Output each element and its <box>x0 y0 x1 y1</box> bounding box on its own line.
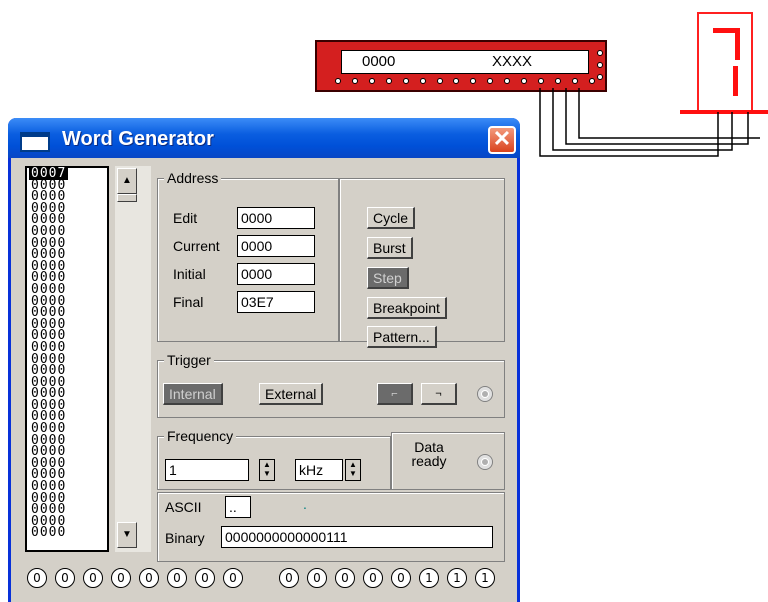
component-side-pins <box>597 50 603 86</box>
final-label: Final <box>173 294 204 310</box>
output-bit-terminal[interactable]: 1 <box>419 568 439 588</box>
data-ready-label-2: ready <box>411 453 447 469</box>
segment-c <box>733 66 738 96</box>
rising-edge-button[interactable]: ⌐ <box>377 383 413 405</box>
breakpoint-button[interactable]: Breakpoint <box>367 297 447 319</box>
window-client-area: 0007 0000 0000 0000 0000 0000 0000 0000 0000 0000… <box>11 158 517 602</box>
edit-label: Edit <box>173 210 198 226</box>
scroll-down-button[interactable]: ▼ <box>117 522 137 548</box>
window-title: Word Generator <box>62 128 214 150</box>
title-bar[interactable]: Word Generator ✕ <box>8 118 520 158</box>
component-address-value: 0000 <box>362 53 396 70</box>
trigger-terminal[interactable] <box>477 386 493 402</box>
output-bit-terminal[interactable]: 0 <box>167 568 187 588</box>
ascii-label: ASCII <box>165 499 202 515</box>
output-bit-terminal[interactable]: 0 <box>83 568 103 588</box>
output-bit-terminal[interactable]: 0 <box>363 568 383 588</box>
segment-b <box>735 28 740 60</box>
current-field[interactable]: 0000 <box>237 235 315 257</box>
output-bit-terminal[interactable]: 0 <box>27 568 47 588</box>
word-row[interactable]: 0000 <box>27 527 107 540</box>
falling-edge-button[interactable]: ¬ <box>421 383 457 405</box>
burst-button[interactable]: Burst <box>367 237 413 259</box>
ascii-field[interactable]: .. <box>225 496 251 518</box>
ascii-dot: . <box>303 496 307 512</box>
binary-label: Binary <box>165 530 205 546</box>
seven-segment-display[interactable] <box>697 12 753 112</box>
cycle-button[interactable]: Cycle <box>367 207 416 229</box>
close-button[interactable]: ✕ <box>488 126 516 154</box>
current-label: Current <box>173 238 220 254</box>
output-bit-terminal[interactable]: 0 <box>111 568 131 588</box>
output-bit-terminal[interactable]: 1 <box>475 568 495 588</box>
frequency-unit-field[interactable]: kHz <box>295 459 343 481</box>
internal-button[interactable]: Internal <box>163 383 223 405</box>
window-icon <box>20 132 50 152</box>
unit-spinner[interactable]: ▲ ▼ <box>345 459 361 481</box>
frequency-group-label: Frequency <box>164 428 237 444</box>
rising-edge-icon: ⌐ <box>391 388 398 400</box>
word-generator-window: Word Generator ✕ 0007 0000 0000 0000 0000 000… <box>8 118 520 602</box>
component-pins <box>335 78 595 88</box>
binary-field[interactable]: 0000000000000111 <box>221 526 493 548</box>
word-generator-component[interactable]: 0000 XXXX <box>315 40 607 92</box>
output-bit-terminal[interactable]: 0 <box>307 568 327 588</box>
frequency-value-field[interactable]: 1 <box>165 459 249 481</box>
initial-label: Initial <box>173 266 206 282</box>
data-ready-label-1: Data <box>414 439 444 455</box>
output-bit-terminal[interactable]: 0 <box>195 568 215 588</box>
output-bit-terminal[interactable]: 0 <box>279 568 299 588</box>
data-ready-terminal[interactable] <box>477 454 493 470</box>
trigger-group-label: Trigger <box>164 352 214 368</box>
component-display: 0000 XXXX <box>341 50 589 74</box>
initial-field[interactable]: 0000 <box>237 263 315 285</box>
final-field[interactable]: 03E7 <box>237 291 315 313</box>
component-data-value: XXXX <box>492 53 533 70</box>
frequency-spinner[interactable]: ▲ ▼ <box>259 459 275 481</box>
step-button[interactable]: Step <box>367 267 409 289</box>
word-list[interactable]: 0007 0000 0000 0000 0000 0000 0000 0000 0000 0000… <box>25 166 109 552</box>
address-group-label: Address <box>164 170 222 186</box>
display-bus-line <box>680 110 768 114</box>
output-bit-terminal[interactable]: 0 <box>391 568 411 588</box>
output-bit-terminal[interactable]: 1 <box>447 568 467 588</box>
edit-field[interactable]: 0000 <box>237 207 315 229</box>
scroll-up-button[interactable]: ▲ <box>117 168 137 194</box>
output-bit-terminal[interactable]: 0 <box>55 568 75 588</box>
external-button[interactable]: External <box>259 383 324 405</box>
output-bit-terminals: 0000000000000111 <box>25 568 505 592</box>
word-list-scrollbar[interactable]: ▲ ▼ <box>115 166 151 552</box>
falling-edge-icon: ¬ <box>435 388 442 400</box>
scroll-thumb[interactable] <box>117 194 137 202</box>
pattern-button[interactable]: Pattern... <box>367 326 437 348</box>
output-bit-terminal[interactable]: 0 <box>335 568 355 588</box>
output-bit-terminal[interactable]: 0 <box>223 568 243 588</box>
output-bit-terminal[interactable]: 0 <box>139 568 159 588</box>
address-group: Address <box>157 170 339 342</box>
